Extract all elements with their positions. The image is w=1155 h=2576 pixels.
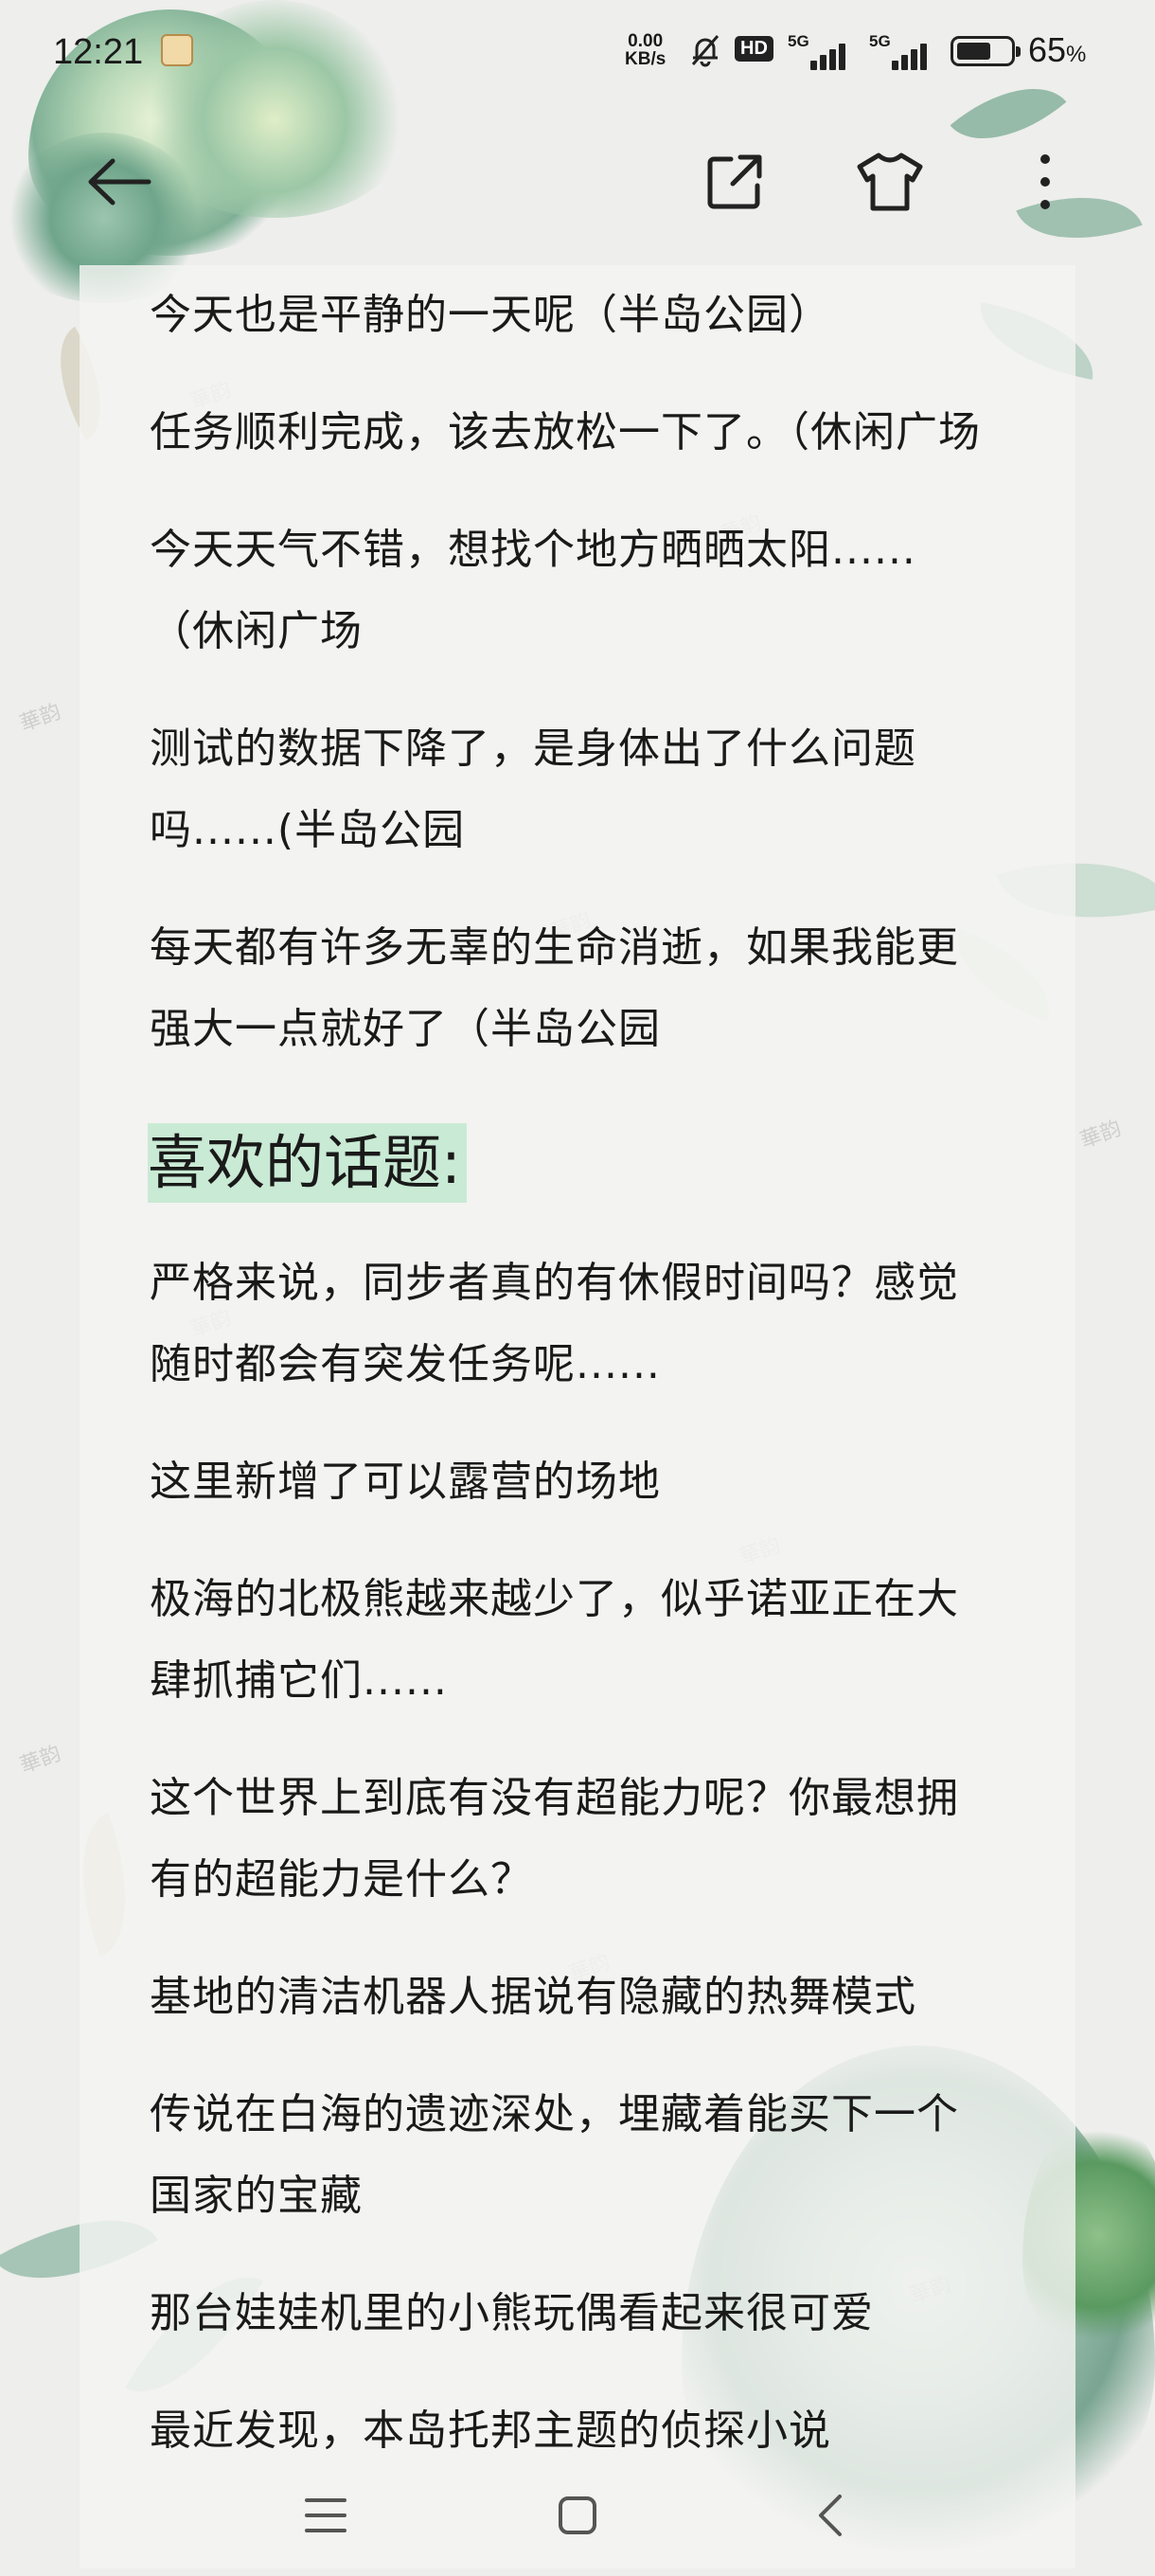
more-button[interactable] (1005, 142, 1085, 222)
section-heading: 喜欢的话题: (148, 1123, 467, 1203)
menu-icon (305, 2498, 346, 2532)
status-time: 12:21 (53, 32, 144, 72)
topic-entry: 这里新增了可以露营的场地 (150, 1458, 661, 1506)
watermark: 華韵 (16, 700, 64, 737)
topic-entry: 极海的北极熊越来越少了，似乎诺亚正在大肆抓捕它们...... (150, 1575, 959, 1705)
topic-entry: 那台娃娃机里的小熊玩偶看起来很可爱 (150, 2289, 874, 2337)
dialogue-entry: 每天都有许多无辜的生命消逝，如果我能更强大一点就好了（半岛公园 (150, 923, 959, 1053)
sim1-label: 5G (788, 32, 809, 50)
back-button[interactable] (80, 142, 159, 222)
share-icon (707, 154, 762, 209)
nav-back-button[interactable] (791, 2478, 867, 2553)
network-speed-value: 0.00 (628, 31, 664, 51)
dialogue-entry: 任务顺利完成，该去放松一下了。（休闲广场 (150, 408, 981, 456)
system-nav-bar (0, 2462, 1155, 2568)
watermark: 華韵 (1076, 1117, 1125, 1154)
topic-entry: 传说在白海的遗迹深处，埋藏着能买下一个国家的宝藏 (150, 2090, 959, 2220)
home-button[interactable] (540, 2478, 615, 2553)
topic-entry: 最近发现，本岛托邦主题的侦探小说 (150, 2406, 831, 2455)
status-bar: 12:21 0.00 KB/s HD 5G 5G 65% (0, 0, 1155, 104)
topic-entry: 这个世界上到底有没有超能力呢？你最想拥有的超能力是什么？ (150, 1774, 959, 1904)
dialogue-entry: 今天天气不错，想找个地方晒晒太阳......（休闲广场 (150, 526, 916, 655)
topic-entry: 严格来说，同步者真的有休假时间吗？感觉随时都会有突发任务呢...... (150, 1259, 959, 1388)
app-notification-icon (161, 34, 193, 66)
battery-icon (951, 36, 1021, 66)
topic-entry: 基地的清洁机器人据说有隐藏的热舞模式 (150, 1973, 916, 2021)
signal-sim1-icon: 5G (788, 32, 854, 70)
recent-apps-button[interactable] (288, 2478, 364, 2553)
back-chevron-icon (819, 2495, 842, 2536)
home-square-icon (559, 2496, 596, 2534)
dialogue-entry: 今天也是平静的一天呢（半岛公园） (150, 291, 831, 339)
network-speed-unit: KB/s (625, 49, 666, 69)
silent-bell-icon (687, 32, 723, 74)
more-icon (1040, 154, 1050, 209)
hd-voice-badge: HD (735, 36, 773, 62)
theme-button[interactable] (850, 142, 930, 222)
network-speed: 0.00 KB/s (625, 32, 666, 68)
sim2-label: 5G (869, 32, 891, 50)
battery-percent: 65% (1028, 30, 1087, 69)
share-button[interactable] (695, 142, 774, 222)
signal-sim2-icon: 5G (869, 32, 935, 70)
dialogue-entry: 测试的数据下降了，是身体出了什么问题吗......(半岛公园 (150, 724, 916, 854)
back-arrow-icon (88, 158, 151, 206)
theme-shirt-icon (857, 152, 923, 211)
watermark: 華韵 (16, 1742, 64, 1779)
article-content: 今天也是平静的一天呢（半岛公园） 任务顺利完成，该去放松一下了。（休闲广场 今天… (148, 275, 992, 2508)
